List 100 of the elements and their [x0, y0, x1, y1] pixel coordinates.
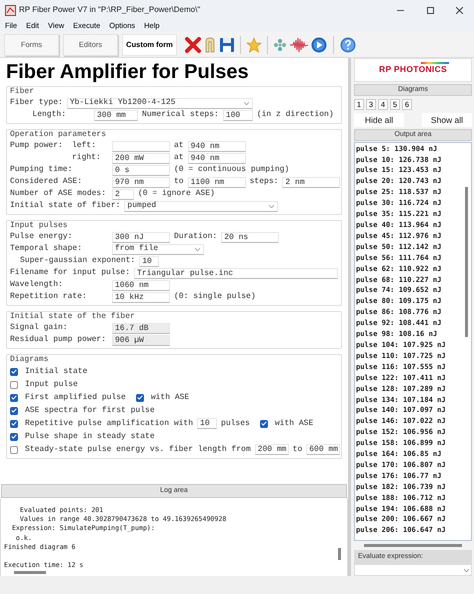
checkbox[interactable] [10, 394, 18, 402]
checkbox[interactable] [260, 420, 268, 428]
panel-button[interactable]: Show all [422, 112, 472, 127]
scrollbar-thumb[interactable] [364, 544, 462, 548]
dropdown[interactable]: from file [112, 244, 204, 254]
field-label: Wavelength: [10, 279, 64, 291]
bracket-icon[interactable] [204, 36, 216, 52]
field-label: right: [72, 152, 102, 164]
input-field[interactable]: Triangular pulse.inc [134, 268, 338, 278]
maximize-icon[interactable] [427, 6, 434, 14]
chevron-down-icon [244, 102, 249, 104]
panel-button[interactable]: Hide all [354, 112, 404, 127]
group-title: Fiber [10, 86, 34, 97]
scrollbar-thumb[interactable] [338, 548, 341, 560]
field-label: Pumping time: [10, 164, 74, 176]
input-field[interactable]: 940 nm [188, 152, 246, 164]
field-label: (in z direction) [256, 109, 334, 121]
field-label: left: [72, 140, 98, 152]
app-icon [5, 4, 16, 16]
field-label: Pump power: [10, 140, 64, 152]
expression-field[interactable] [354, 564, 472, 576]
dropdown[interactable]: Yb-Liekki Yb1200-4-125 [66, 98, 253, 108]
field-label: steps: [250, 176, 278, 188]
input-field[interactable]: 10 kHz [112, 292, 170, 302]
input-field[interactable]: 0 s [112, 164, 170, 176]
play-icon[interactable] [311, 36, 327, 52]
field-label: Residual pump power: [10, 334, 108, 346]
checkbox[interactable] [10, 380, 18, 388]
input-field[interactable]: 300 mm [94, 110, 138, 120]
waveform-icon[interactable] [290, 36, 308, 52]
help-icon[interactable] [340, 36, 356, 52]
field-label: Initial state of fiber: [10, 200, 120, 212]
field-label: to [292, 444, 302, 456]
input-field[interactable]: 200 mW [112, 152, 170, 164]
scrollbar-thumb[interactable] [465, 186, 468, 337]
field-label: (0: single pulse) [174, 291, 256, 303]
checkbox[interactable] [10, 420, 18, 428]
group-title: Initial state of the fiber [10, 311, 135, 322]
input-field[interactable]: 1060 nm [112, 280, 170, 290]
logo: RP PHOTONICS [379, 63, 447, 76]
form-heading: Fiber Amplifier for Pulses [5, 60, 250, 85]
input-field[interactable]: 10 [139, 256, 160, 266]
input-field[interactable]: 970 nm [112, 176, 170, 188]
input-field[interactable]: 600 mm [306, 444, 340, 455]
input-field[interactable]: 2 [112, 188, 134, 200]
checkbox[interactable] [10, 446, 18, 454]
checkbox-label: with ASE [150, 392, 190, 404]
field-label: Filename for input pulse: [10, 267, 130, 279]
field-label: pulses [221, 418, 250, 430]
checkbox-label: with ASE [274, 418, 314, 430]
input-field[interactable]: 2 nm [282, 176, 340, 188]
checkbox[interactable] [10, 432, 18, 440]
checkbox[interactable] [10, 406, 18, 414]
field-label: (0 = continuous pumping) [174, 164, 290, 176]
input-field[interactable]: 200 mm [254, 444, 289, 455]
flower-icon[interactable] [273, 38, 287, 52]
window-title: RP Fiber Power V7 in "P:\RP_Fiber_Power\Demo\" [19, 4, 200, 16]
group-title: Input pulses [10, 220, 68, 231]
checkbox-label: First amplified pulse [25, 392, 126, 404]
chevron-down-icon [269, 204, 274, 208]
readonly-field: 906 µW [112, 334, 170, 346]
input-field[interactable]: 300 nJ [112, 232, 170, 242]
field-label: Fiber type: [10, 97, 63, 109]
readonly-field: 16.7 dB [112, 322, 170, 334]
field-label: Duration: [174, 231, 218, 243]
field-label: to [174, 176, 184, 188]
input-field[interactable] [112, 140, 170, 152]
field-label: Temporal shape: [10, 243, 84, 255]
group-title: Diagrams [10, 354, 48, 365]
field-label: (0 = ignore ASE) [138, 188, 215, 200]
checkbox-label: Input pulse [25, 378, 78, 390]
checkbox-label: Repetitive pulse amplification with [25, 418, 194, 430]
cross-icon[interactable] [185, 36, 201, 52]
close-icon[interactable] [456, 6, 463, 14]
scrollbar-thumb[interactable] [14, 571, 46, 574]
input-field[interactable]: 1100 nm [188, 176, 246, 188]
chevron-down-icon [195, 248, 200, 250]
chevron-down-icon [464, 568, 469, 572]
group-title: Operation parameters [10, 129, 106, 140]
field-label: at [174, 140, 184, 152]
field-label: Super-gaussian exponent: [20, 255, 136, 267]
input-field[interactable]: 10 [197, 418, 218, 429]
dropdown[interactable]: pumped [124, 200, 278, 212]
checkbox-label: Pulse shape in steady state [25, 430, 155, 442]
checkbox-label: Initial state [25, 366, 88, 378]
field-label: Signal gain: [10, 322, 69, 334]
field-label: Length: [31, 109, 66, 121]
field-label: at [174, 152, 184, 164]
field-label: Repetition rate: [10, 291, 88, 303]
star-icon[interactable] [246, 36, 262, 52]
input-field[interactable]: 100 [222, 110, 253, 120]
field-label: Numerical steps: [142, 109, 219, 121]
checkbox[interactable] [10, 368, 18, 376]
checkbox-label: Steady-state pulse energy vs. fiber length from [25, 444, 251, 456]
field-label: Considered ASE: [10, 176, 84, 188]
input-field[interactable]: 20 ns [221, 232, 280, 242]
field-label: Number of ASE modes: [10, 188, 108, 200]
checkbox-label: ASE spectra for first pulse [25, 404, 155, 416]
checkbox[interactable] [136, 394, 144, 402]
input-field[interactable]: 940 nm [188, 140, 246, 152]
